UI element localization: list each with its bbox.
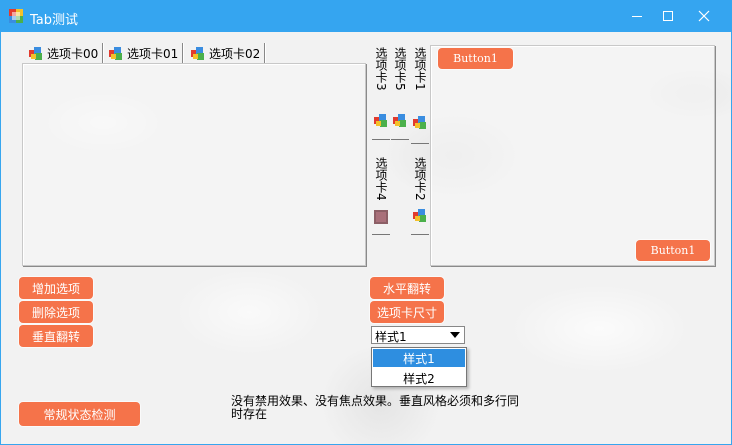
tab-size-button[interactable]: 选项卡尺寸 xyxy=(370,301,444,323)
tab-icon xyxy=(29,47,42,60)
state-check-button[interactable]: 常规状态检测 xyxy=(19,402,140,426)
tab-icon xyxy=(374,114,387,127)
minimize-icon xyxy=(632,16,642,17)
chevron-down-icon[interactable] xyxy=(450,332,460,338)
tab-label: 选项卡2 xyxy=(413,157,427,201)
vtab-4[interactable]: 选项卡4 xyxy=(372,141,390,235)
vtab-5[interactable]: 选项卡5 xyxy=(391,45,409,140)
tab-icon xyxy=(393,114,406,127)
tab-label: 选项卡3 xyxy=(374,47,388,91)
tab-label: 选项卡02 xyxy=(209,46,261,61)
button1-bottom[interactable]: Button1 xyxy=(636,240,710,261)
button1-top[interactable]: Button1 xyxy=(438,48,513,69)
tab-label: 选项卡1 xyxy=(413,47,427,91)
style-option-1[interactable]: 样式1 xyxy=(373,349,465,367)
style-select-value: 样式1 xyxy=(375,330,407,344)
tab-label: 选项卡5 xyxy=(393,47,407,91)
close-icon xyxy=(698,10,710,22)
tab-label: 选项卡00 xyxy=(47,46,99,61)
tab-content-panel xyxy=(22,63,366,266)
tab-01[interactable]: 选项卡01 xyxy=(105,43,184,63)
tab-icon xyxy=(413,209,426,222)
close-button[interactable] xyxy=(687,0,721,32)
flip-vertical-button[interactable]: 垂直翻转 xyxy=(19,325,93,347)
tab-02[interactable]: 选项卡02 xyxy=(187,43,266,63)
maximize-button[interactable] xyxy=(651,0,685,32)
tab-00[interactable]: 选项卡00 xyxy=(25,43,104,63)
delete-tab-button[interactable]: 删除选项 xyxy=(19,301,93,323)
style-dropdown-list: 样式1 样式2 xyxy=(371,347,467,387)
tab-icon xyxy=(109,47,122,60)
minimize-button[interactable] xyxy=(620,0,654,32)
maximize-icon xyxy=(663,11,673,21)
style-select[interactable]: 样式1 xyxy=(371,326,465,344)
window-title: Tab测试 xyxy=(30,13,79,28)
vtab-1[interactable]: 选项卡1 xyxy=(411,45,429,144)
vtab-3[interactable]: 选项卡3 xyxy=(372,45,390,140)
app-icon xyxy=(9,9,23,23)
flip-horizontal-button[interactable]: 水平翻转 xyxy=(370,277,444,299)
tab-label: 选项卡01 xyxy=(127,46,179,61)
tab-label: 选项卡4 xyxy=(374,157,388,201)
tab-icon xyxy=(191,47,204,60)
note-text: 没有禁用效果、没有焦点效果。垂直风格必须和多行同时存在 xyxy=(231,394,520,421)
title-bar[interactable]: Tab测试 xyxy=(0,0,732,32)
tab-icon xyxy=(413,116,426,129)
image-icon xyxy=(374,210,388,224)
add-tab-button[interactable]: 增加选项 xyxy=(19,277,93,299)
vertical-tab-panel xyxy=(430,45,715,266)
style-option-2[interactable]: 样式2 xyxy=(373,369,465,387)
vtab-2[interactable]: 选项卡2 xyxy=(411,145,429,235)
